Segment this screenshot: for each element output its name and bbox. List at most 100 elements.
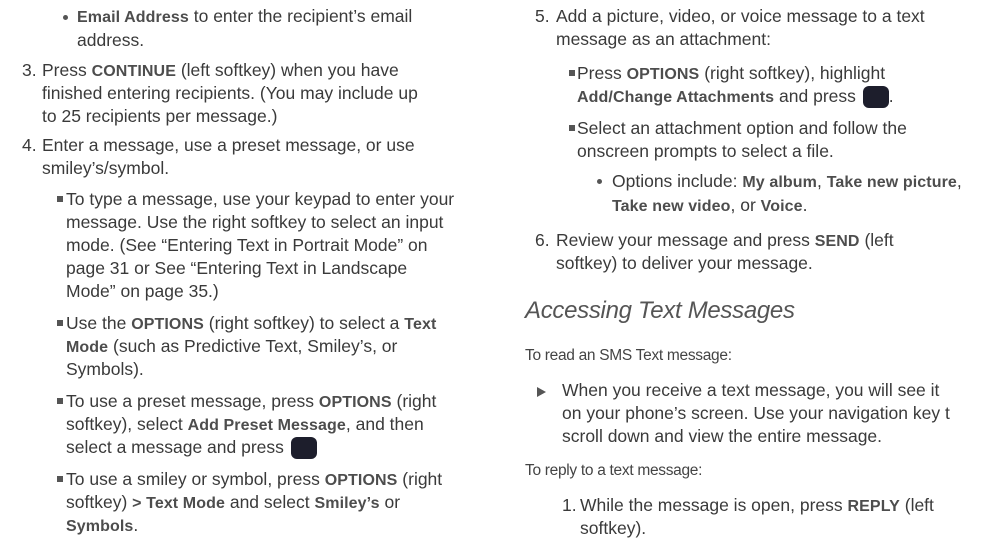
bullet-square xyxy=(57,476,63,482)
select-line-1: Select an attachment option and follow t… xyxy=(577,118,907,138)
arrow-bullet-icon xyxy=(537,387,546,397)
options-key-label: OPTIONS xyxy=(318,394,392,411)
step-number: 6. xyxy=(535,230,550,250)
bullet-dot xyxy=(63,15,68,20)
take-new-picture-label: Take new picture xyxy=(826,174,957,191)
center-key-icon xyxy=(290,437,317,459)
email-address-text: to enter the recipient’s email xyxy=(188,6,413,26)
smiley-line-1: To use a smiley or symbol, press OPTIONS… xyxy=(66,468,442,492)
voice-label: Voice xyxy=(760,198,803,215)
smiley-mid: (right xyxy=(397,469,443,489)
my-album-label: My album xyxy=(742,174,817,191)
attach-line-1: Press OPTIONS (right softkey), highlight xyxy=(577,62,885,86)
smiley-l2-pre: softkey) xyxy=(66,492,133,512)
bullet-square xyxy=(569,125,575,131)
options-line-2: Mode (such as Predictive Text, Smiley’s,… xyxy=(66,335,397,359)
preset-l2-pre: softkey), select xyxy=(66,414,188,434)
options-pre: Use the xyxy=(66,313,132,333)
bullet-square xyxy=(57,320,63,326)
step-3-rest: (left softkey) when you have xyxy=(175,60,399,80)
type-message-line-4: page 31 or See “Entering Text in Landsca… xyxy=(66,258,408,278)
bullet-square xyxy=(57,398,63,404)
options-key-label: OPTIONS xyxy=(131,316,204,333)
email-address-term: Email Address xyxy=(77,9,189,26)
attach-rest: and press xyxy=(774,86,861,106)
opts-sep: , xyxy=(816,171,827,191)
text-mode-label-2: Mode xyxy=(66,339,109,356)
type-message-line-5: Mode” on page 35.) xyxy=(66,281,219,301)
bullet-square xyxy=(57,196,63,202)
smiley-pre: To use a smiley or symbol, press xyxy=(66,469,325,489)
symbols-label: Symbols xyxy=(66,518,134,535)
section-heading: Accessing Text Messages xyxy=(525,297,795,324)
preset-line-3: select a message and press xyxy=(66,436,317,459)
opts-pre: Options include: xyxy=(612,171,743,191)
opts-end: . xyxy=(802,195,808,215)
step-6-line-2: softkey) to deliver your message. xyxy=(556,253,813,273)
smiley-l2-rest: or xyxy=(379,492,401,512)
type-message-line-2: message. Use the right softkey to select… xyxy=(66,212,444,232)
options-line-3: Symbols). xyxy=(66,359,144,379)
opts-sep: , or xyxy=(730,195,761,215)
smiley-l2-mid: and select xyxy=(224,492,315,512)
step-6-pre: Review your message and press xyxy=(556,230,815,250)
smiley-line-2: softkey) > Text Mode and select Smiley’s… xyxy=(66,491,400,515)
send-key-label: SEND xyxy=(814,233,860,250)
read-intro: To read an SMS Text message: xyxy=(525,347,732,364)
type-message-line-1: To type a message, use your keypad to en… xyxy=(66,189,455,209)
smiley-l3-rest: . xyxy=(133,515,139,535)
attach-mid: (right softkey), highlight xyxy=(699,63,886,83)
add-change-attachments-label: Add/Change Attachments xyxy=(577,89,775,106)
read-item-line-1: When you receive a text message, you wil… xyxy=(562,380,940,400)
step-number: 1. xyxy=(562,495,577,515)
step-6-rest: (left xyxy=(859,230,894,250)
options-include-line-2: Take new video, or Voice. xyxy=(612,194,808,218)
reply-key-label: REPLY xyxy=(847,498,900,515)
attach-pre: Press xyxy=(577,63,627,83)
preset-l2-rest: , and then xyxy=(345,414,424,434)
add-preset-message-label: Add Preset Message xyxy=(187,417,346,434)
options-include-line-1: Options include: My album, Take new pict… xyxy=(612,170,962,194)
step-1-line-2: softkey). xyxy=(580,518,647,538)
step-3-pre: Press xyxy=(42,60,92,80)
options-key-label: OPTIONS xyxy=(626,66,700,83)
step-3-line-3: to 25 recipients per message.) xyxy=(42,106,278,126)
continue-key-label: CONTINUE xyxy=(91,63,176,80)
preset-line-2: softkey), select Add Preset Message, and… xyxy=(66,413,424,437)
take-new-video-label: Take new video xyxy=(612,198,731,215)
preset-l3: select a message and press xyxy=(66,437,289,457)
smiley-line-3: Symbols. xyxy=(66,514,138,538)
options-rest: (such as Predictive Text, Smiley’s, or xyxy=(108,336,398,356)
preset-mid: (right xyxy=(391,391,437,411)
read-item-line-2: on your phone’s screen. Use your navigat… xyxy=(562,403,950,423)
step-5-line-1: Add a picture, video, or voice message t… xyxy=(556,6,925,26)
bullet-dot xyxy=(597,179,602,184)
step-1-rest: (left xyxy=(899,495,934,515)
step-4-line-2: smiley’s/symbol. xyxy=(42,158,170,178)
email-address-text-2: address. xyxy=(77,30,145,50)
preset-pre: To use a preset message, press xyxy=(66,391,319,411)
options-mid: (right softkey) to select a xyxy=(203,313,405,333)
options-key-label: OPTIONS xyxy=(324,472,398,489)
step-5-line-2: message as an attachment: xyxy=(556,29,771,49)
center-key-icon xyxy=(862,86,889,108)
step-6-line-1: Review your message and press SEND (left xyxy=(556,229,894,253)
options-line-1: Use the OPTIONS (right softkey) to selec… xyxy=(66,312,436,336)
read-item-line-3: scroll down and view the entire message. xyxy=(562,426,883,446)
bullet-square xyxy=(569,70,575,76)
step-3-line-1: Press CONTINUE (left softkey) when you h… xyxy=(42,59,399,83)
select-line-2: onscreen prompts to select a file. xyxy=(577,141,834,161)
step-1-line-1: While the message is open, press REPLY (… xyxy=(580,494,934,518)
text-mode-label-1: Text xyxy=(404,316,437,333)
text-mode-label: > Text Mode xyxy=(132,495,225,512)
email-address-item: Email Address to enter the recipient’s e… xyxy=(77,5,412,29)
reply-intro: To reply to a text message: xyxy=(525,462,703,479)
type-message-line-3: mode. (See “Entering Text in Portrait Mo… xyxy=(66,235,428,255)
step-number: 4. xyxy=(22,135,37,155)
step-3-line-2: finished entering recipients. (You may i… xyxy=(42,83,418,103)
opts-sep: , xyxy=(956,171,962,191)
attach-line-2: Add/Change Attachments and press . xyxy=(577,86,894,108)
step-number: 3. xyxy=(22,60,37,80)
step-number: 5. xyxy=(535,6,550,26)
smileys-label: Smiley’s xyxy=(314,495,380,512)
